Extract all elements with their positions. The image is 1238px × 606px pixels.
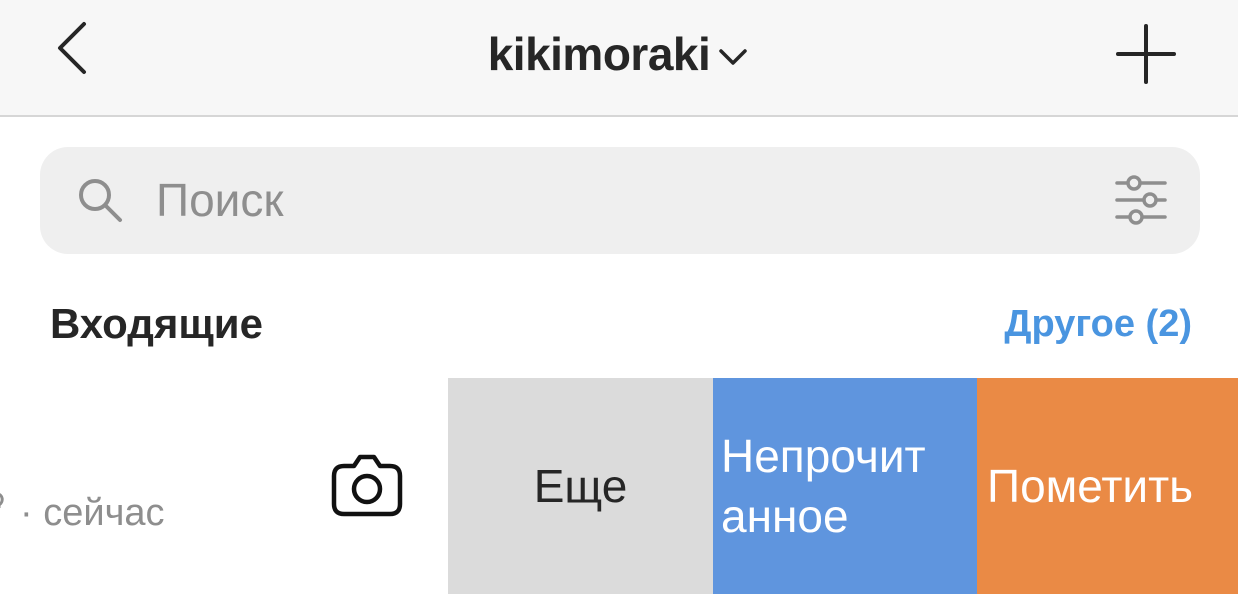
- flag-action-label: Пометить: [987, 460, 1194, 512]
- chevron-down-icon: [719, 49, 748, 65]
- thread-timestamp: · сейчас: [20, 492, 165, 534]
- inbox-heading: Входящие: [50, 300, 263, 347]
- new-message-button[interactable]: [1110, 20, 1182, 88]
- camera-button[interactable]: [330, 448, 404, 518]
- truncated-text-fragment: [0, 492, 6, 514]
- mark-unread-label: Непрочит анное: [721, 426, 971, 546]
- plus-icon: [1116, 24, 1176, 84]
- filter-sliders-icon: [1115, 175, 1167, 225]
- flag-action-button[interactable]: Пометить: [977, 378, 1238, 594]
- more-action-button[interactable]: Еще: [448, 378, 713, 594]
- search-icon: [79, 179, 122, 222]
- filter-button[interactable]: [1112, 174, 1170, 226]
- other-requests-link[interactable]: Другое (2): [1004, 303, 1192, 346]
- mark-unread-label-line1: Непрочит: [721, 430, 926, 482]
- account-switcher[interactable]: kikimoraki: [0, 24, 1238, 84]
- username-title: kikimoraki: [487, 28, 711, 80]
- mark-unread-label-line2: анное: [721, 490, 849, 542]
- top-bar: kikimoraki: [0, 0, 1238, 117]
- mark-unread-action-button[interactable]: Непрочит анное: [713, 378, 977, 594]
- more-action-label: Еще: [533, 460, 628, 512]
- camera-icon: [331, 454, 403, 517]
- search-input[interactable]: [156, 168, 1056, 232]
